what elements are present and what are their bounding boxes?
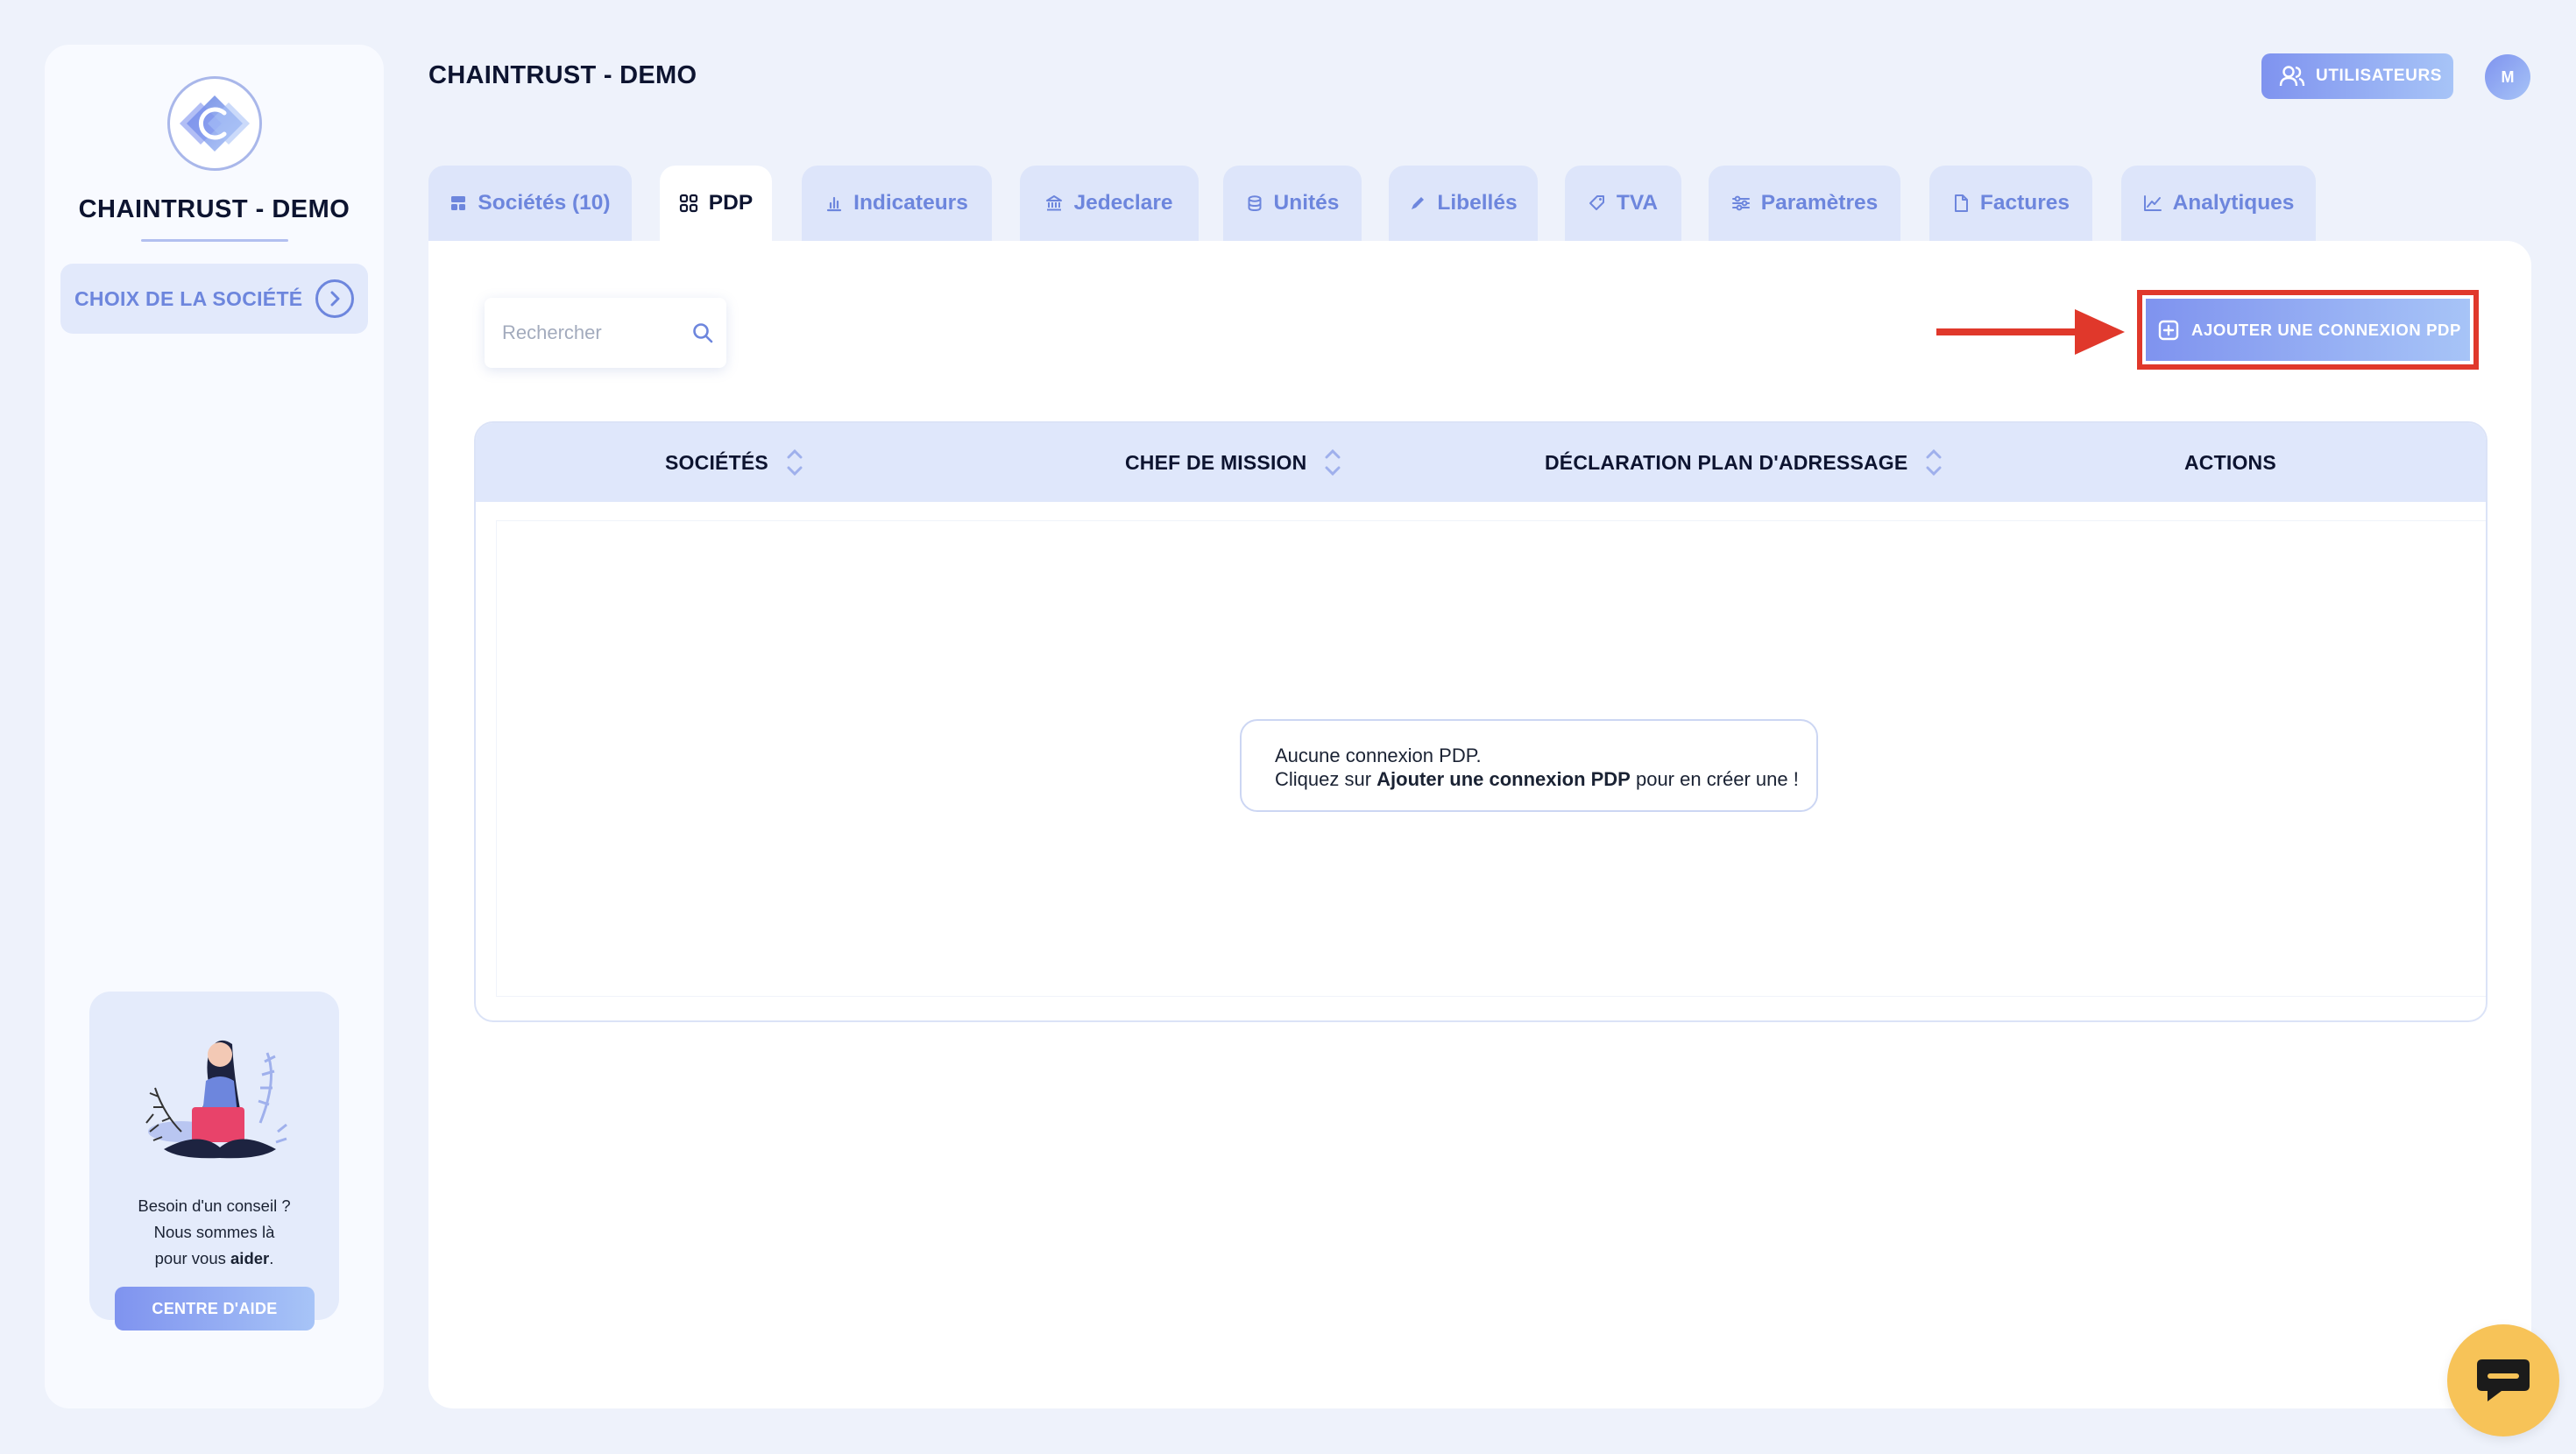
tab-factures[interactable]: Factures bbox=[1929, 166, 2092, 241]
plus-square-icon bbox=[2158, 320, 2179, 340]
help-line-3: pour vous aider. bbox=[154, 1249, 274, 1267]
tab-unites[interactable]: Unités bbox=[1223, 166, 1362, 241]
main-panel: AJOUTER UNE CONNEXION PDP SOCIÉTÉS CHEF … bbox=[428, 241, 2531, 1408]
tab-label: TVA bbox=[1616, 191, 1659, 215]
annotation-arrow-icon bbox=[1936, 309, 2125, 355]
tab-analytiques[interactable]: Analytiques bbox=[2121, 166, 2316, 241]
empty-state-line-2: Cliquez sur Ajouter une connexion PDP po… bbox=[1275, 768, 1799, 790]
search-icon[interactable] bbox=[691, 321, 714, 344]
chat-bubble-icon bbox=[2477, 1359, 2530, 1401]
users-button-label: UTILISATEURS bbox=[2316, 67, 2443, 85]
column-header-declaration-plan-adressage[interactable]: DÉCLARATION PLAN D'ADRESSAGE bbox=[1545, 423, 1943, 502]
building-icon bbox=[451, 196, 466, 210]
database-icon bbox=[1248, 195, 1262, 212]
help-line-1: Besoin d'un conseil ? bbox=[138, 1196, 291, 1215]
table-header: SOCIÉTÉS CHEF DE MISSION DÉCLARATION PLA… bbox=[476, 423, 2486, 502]
tab-label: Jedeclare bbox=[1073, 191, 1173, 215]
sliders-icon bbox=[1731, 195, 1750, 211]
sidebar: CHAINTRUST - DEMO CHOIX DE LA SOCIÉTÉ Be… bbox=[45, 45, 384, 1408]
help-text: Besoin d'un conseil ? Nous sommes là pou… bbox=[89, 1193, 339, 1272]
line-chart-icon bbox=[2143, 195, 2162, 211]
tab-jedeclare[interactable]: Jedeclare bbox=[1020, 166, 1199, 241]
add-pdp-connection-button[interactable]: AJOUTER UNE CONNEXION PDP bbox=[2146, 299, 2470, 361]
bar-chart-icon bbox=[827, 196, 842, 212]
tab-pdp[interactable]: PDP bbox=[660, 166, 772, 241]
sort-icon[interactable] bbox=[786, 448, 803, 476]
column-header-societes[interactable]: SOCIÉTÉS bbox=[665, 423, 803, 502]
user-avatar[interactable]: M bbox=[2485, 54, 2530, 100]
company-logo bbox=[167, 76, 262, 171]
tab-label: Paramètres bbox=[1760, 191, 1879, 215]
logo-icon bbox=[180, 95, 250, 152]
grid-icon bbox=[679, 194, 697, 213]
document-icon bbox=[1954, 194, 1968, 212]
search-input[interactable] bbox=[502, 315, 677, 350]
pen-icon bbox=[1412, 197, 1425, 209]
choose-company-button[interactable]: CHOIX DE LA SOCIÉTÉ bbox=[60, 264, 368, 334]
tab-parametres[interactable]: Paramètres bbox=[1709, 166, 1900, 241]
tab-indicateurs[interactable]: Indicateurs bbox=[802, 166, 992, 241]
sidebar-company-name: CHAINTRUST - DEMO bbox=[78, 195, 350, 223]
column-header-chef-de-mission[interactable]: CHEF DE MISSION bbox=[1125, 423, 1341, 502]
bank-icon bbox=[1046, 195, 1063, 211]
tab-libelles[interactable]: Libellés bbox=[1389, 166, 1538, 241]
tab-label: Indicateurs bbox=[853, 191, 968, 215]
tab-label: Libellés bbox=[1437, 191, 1518, 215]
page-title: CHAINTRUST - DEMO bbox=[428, 61, 697, 89]
tab-label: Analytiques bbox=[2172, 191, 2295, 215]
help-line-2: Nous sommes là bbox=[153, 1223, 275, 1241]
tab-tva[interactable]: TVA bbox=[1565, 166, 1681, 241]
users-button[interactable]: UTILISATEURS bbox=[2261, 53, 2453, 99]
empty-state-message: Aucune connexion PDP. Cliquez sur Ajoute… bbox=[1240, 719, 1818, 812]
add-button-label: AJOUTER UNE CONNEXION PDP bbox=[2191, 320, 2461, 339]
empty-state-line-1: Aucune connexion PDP. bbox=[1275, 745, 1482, 766]
tab-label: Sociétés (10) bbox=[478, 191, 611, 215]
help-center-button[interactable]: CENTRE D'AIDE bbox=[115, 1287, 315, 1330]
pdp-table: SOCIÉTÉS CHEF DE MISSION DÉCLARATION PLA… bbox=[474, 421, 2488, 1022]
woman-laptop-illustration bbox=[145, 1040, 287, 1159]
tab-societes[interactable]: Sociétés (10) bbox=[428, 166, 632, 241]
chevron-right-icon bbox=[315, 279, 354, 318]
chat-launcher-button[interactable] bbox=[2447, 1324, 2559, 1436]
tag-icon bbox=[1589, 195, 1604, 210]
help-card: Besoin d'un conseil ? Nous sommes là pou… bbox=[89, 992, 339, 1330]
annotation-highlight-frame: AJOUTER UNE CONNEXION PDP bbox=[2137, 290, 2479, 370]
tab-label: Factures bbox=[1979, 191, 2070, 215]
tab-label: PDP bbox=[708, 191, 754, 215]
sort-icon[interactable] bbox=[1324, 448, 1341, 476]
tab-label: Unités bbox=[1273, 191, 1340, 215]
company-name-underline bbox=[141, 239, 288, 242]
choose-company-label: CHOIX DE LA SOCIÉTÉ bbox=[74, 286, 303, 310]
users-icon bbox=[2279, 66, 2305, 87]
search-box bbox=[485, 298, 726, 368]
sort-icon[interactable] bbox=[1925, 448, 1943, 476]
column-header-actions: ACTIONS bbox=[2184, 450, 2276, 474]
